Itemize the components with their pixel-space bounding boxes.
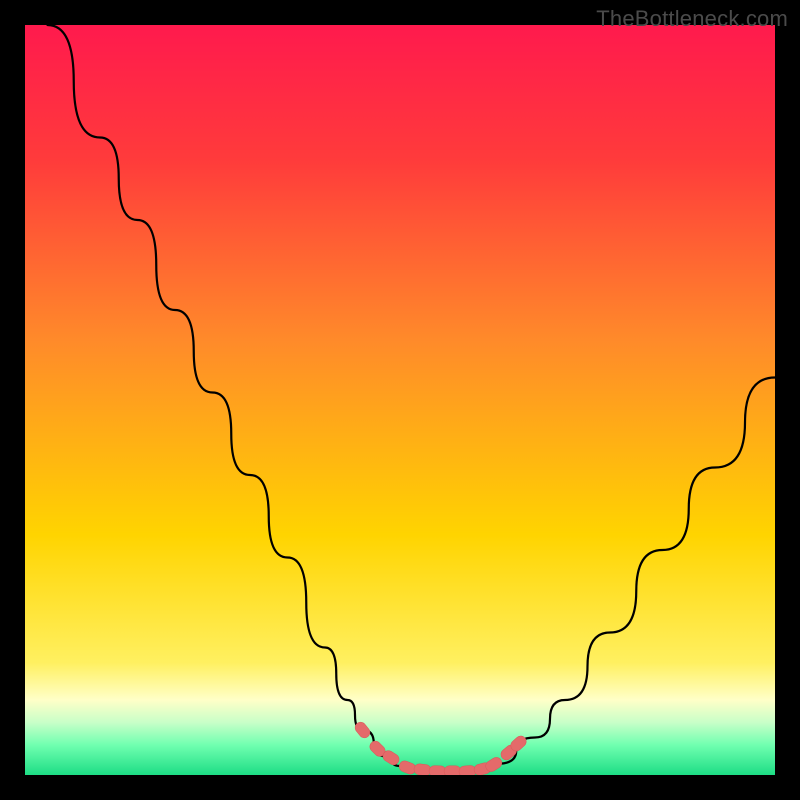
- plot-area: [25, 25, 775, 775]
- chart-svg: [25, 25, 775, 775]
- gradient-background: [25, 25, 775, 775]
- marker-point: [444, 766, 461, 775]
- watermark-text: TheBottleneck.com: [596, 6, 788, 32]
- outer-frame: TheBottleneck.com: [0, 0, 800, 800]
- marker-point: [429, 765, 447, 775]
